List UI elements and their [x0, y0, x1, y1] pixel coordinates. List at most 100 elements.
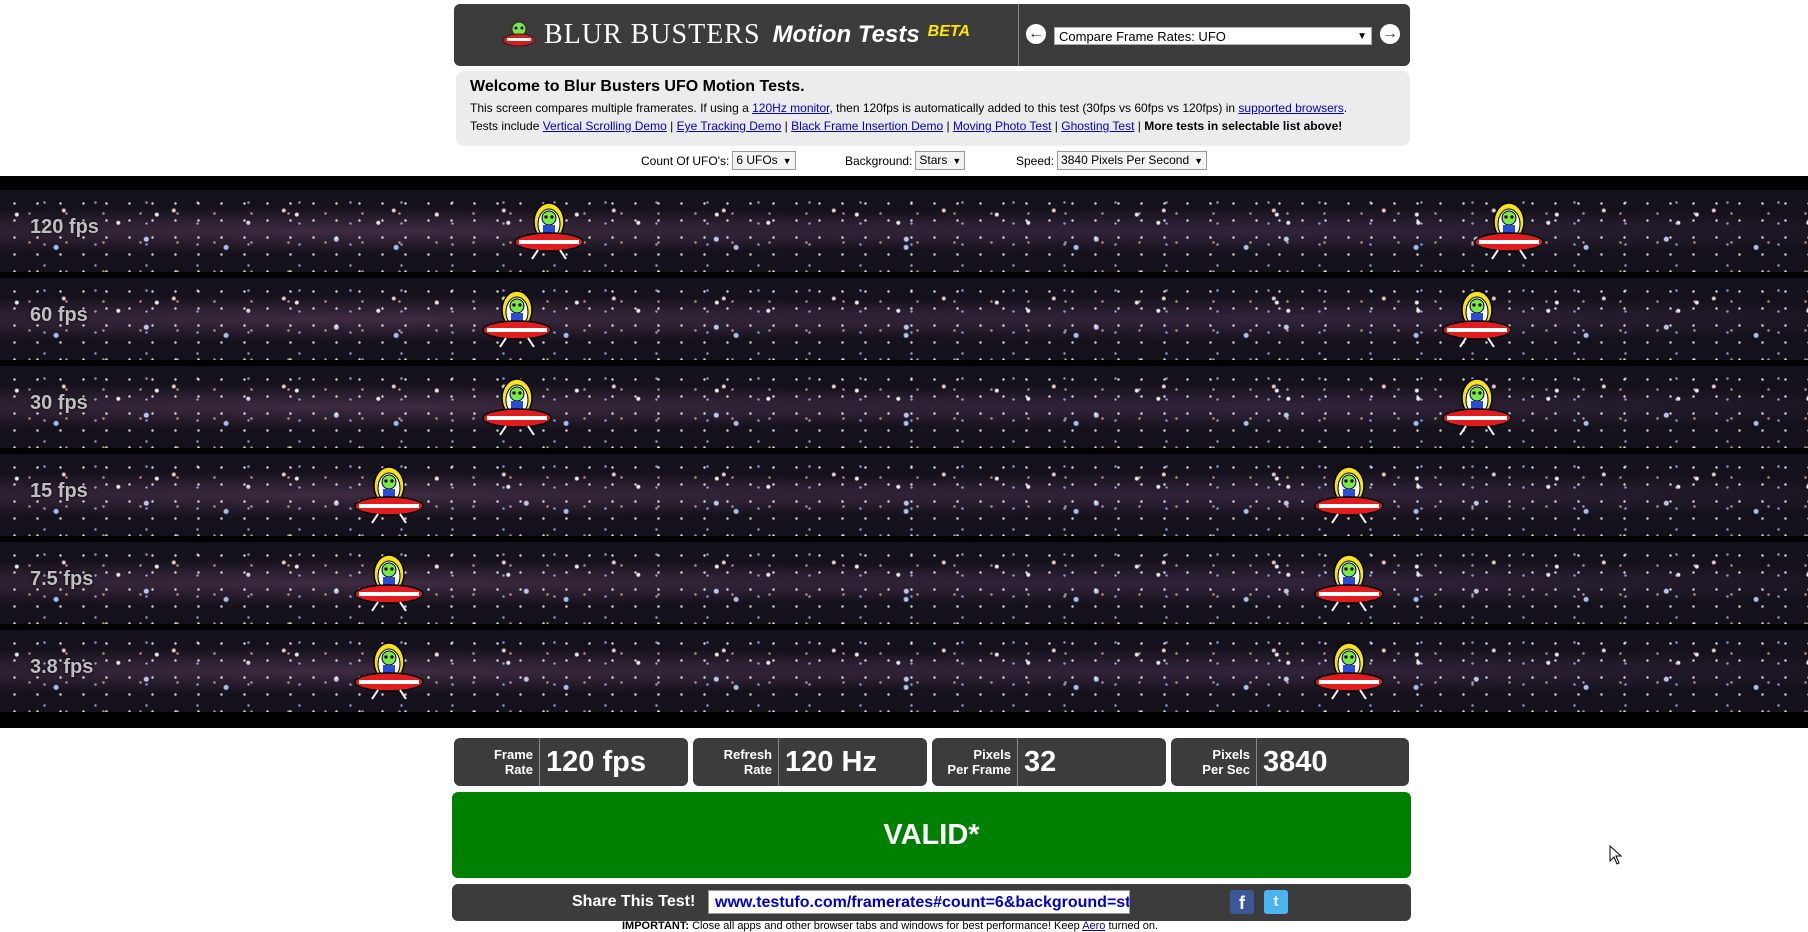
ufo-sprite-icon — [514, 202, 584, 260]
label-line: Rate — [743, 762, 772, 777]
link-120hz-monitor[interactable]: 120Hz monitor — [752, 101, 829, 115]
pixels-per-frame-panel: Pixels Per Frame 32 — [932, 738, 1166, 786]
refresh-rate-label: Refresh Rate — [693, 738, 779, 786]
lane-label: 3.8 fps — [30, 656, 94, 678]
lane-30fps: 30 fps — [0, 366, 1808, 448]
lane-120fps: 120 fps — [0, 190, 1808, 272]
ufo-sprite-icon — [354, 466, 424, 524]
more-tests-note: More tests in selectable list above! — [1144, 119, 1343, 133]
info-text: , then 120fps is automatically added to … — [829, 101, 1239, 115]
lane-label: 15 fps — [30, 480, 88, 502]
ufo-count-control: Count Of UFO's: 6 UFOs ▼ — [641, 151, 796, 170]
test-selector-value: Compare Frame Rates: UFO — [1059, 29, 1226, 44]
background-label: Background: — [845, 153, 913, 168]
speed-label: Speed: — [1016, 153, 1055, 168]
link-black-frame-insertion-demo[interactable]: Black Frame Insertion Demo — [791, 119, 943, 133]
link-supported-browsers[interactable]: supported browsers — [1238, 101, 1343, 115]
separator: | — [666, 119, 677, 133]
label-line: Refresh — [723, 747, 772, 762]
ufo-sprite-icon — [1314, 466, 1384, 524]
ufo-sprite-icon — [482, 290, 552, 348]
pixels-per-frame-label: Pixels Per Frame — [932, 738, 1018, 786]
lane-15fps: 15 fps — [0, 454, 1808, 536]
label-line: Frame — [493, 747, 533, 762]
info-text: . — [1343, 101, 1348, 115]
link-aero[interactable]: Aero — [1082, 920, 1105, 932]
info-line-1: This screen compares multiple framerates… — [470, 101, 1410, 115]
background-select[interactable]: Stars ▼ — [915, 151, 966, 170]
facebook-icon[interactable]: f — [1230, 890, 1254, 914]
twitter-icon[interactable]: t — [1264, 890, 1288, 914]
label-line: Rate — [504, 762, 533, 777]
lane-label: 7.5 fps — [30, 568, 94, 590]
important-text: Close all apps and other browser tabs an… — [689, 920, 1083, 932]
share-label: Share This Test! — [572, 893, 696, 910]
info-line-2: Tests include Vertical Scrolling Demo | … — [470, 119, 1410, 133]
label-line: Pixels — [973, 747, 1011, 762]
ufo-count-select[interactable]: 6 UFOs ▼ — [732, 151, 796, 170]
brand-name: BLUR BUSTERS — [543, 19, 761, 50]
test-controls: Count Of UFO's: 6 UFOs ▼ Background: Star… — [0, 151, 1808, 171]
label-line: Pixels — [1212, 747, 1250, 762]
link-moving-photo-test[interactable]: Moving Photo Test — [953, 119, 1052, 133]
pixels-per-frame-value: 32 — [1024, 746, 1057, 778]
separator: | — [1051, 119, 1062, 133]
chevron-down-icon: ▼ — [782, 156, 792, 166]
pixels-per-sec-value: 3840 — [1263, 746, 1328, 778]
ufo-animation-area: 120 fps 60 fps 30 fps 15 fps 7.5 fps 3.8… — [0, 176, 1808, 728]
background-value: Stars — [919, 153, 948, 167]
frame-rate-label: Frame Rate — [454, 738, 540, 786]
link-eye-tracking-demo[interactable]: Eye Tracking Demo — [677, 119, 782, 133]
ufo-sprite-icon — [1442, 290, 1512, 348]
speed-value: 3840 Pixels Per Second — [1061, 153, 1190, 167]
test-selector-dropdown[interactable]: Compare Frame Rates: UFO ▼ — [1054, 27, 1372, 45]
share-url-field[interactable]: www.testufo.com/framerates#count=6&backg… — [708, 890, 1130, 914]
lane-3-8fps: 3.8 fps — [0, 630, 1808, 712]
label-line: Per Frame — [947, 762, 1011, 777]
chevron-down-icon: ▼ — [1357, 31, 1367, 42]
important-text-end: turned on. — [1105, 920, 1159, 932]
ufo-count-value: 6 UFOs — [736, 153, 778, 167]
link-ghosting-test[interactable]: Ghosting Test — [1061, 119, 1134, 133]
welcome-info-box: Welcome to Blur Busters UFO Motion Tests… — [456, 71, 1410, 146]
ufo-count-label: Count Of UFO's: — [641, 153, 730, 168]
link-vertical-scrolling-demo[interactable]: Vertical Scrolling Demo — [543, 119, 667, 133]
previous-test-button[interactable]: ← — [1026, 24, 1046, 44]
ufo-sprite-icon — [1474, 202, 1544, 260]
share-bar: Share This Test! www.testufo.com/framera… — [452, 884, 1411, 921]
valid-status-banner: VALID* — [452, 792, 1411, 878]
refresh-rate-value: 120 Hz — [785, 746, 877, 778]
separator: | — [781, 119, 792, 133]
background-control: Background: Stars ▼ — [845, 151, 966, 170]
speed-control: Speed: 3840 Pixels Per Second ▼ — [1016, 151, 1208, 170]
next-test-button[interactable]: → — [1380, 24, 1400, 44]
ufo-sprite-icon — [1314, 554, 1384, 612]
welcome-title: Welcome to Blur Busters UFO Motion Tests… — [470, 78, 805, 95]
ufo-sprite-icon — [1442, 378, 1512, 436]
important-notice: IMPORTANT: Close all apps and other brow… — [622, 920, 1158, 932]
frame-rate-value: 120 fps — [546, 746, 646, 778]
motion-tests-label: Motion Tests — [772, 21, 920, 48]
pixels-per-sec-panel: Pixels Per Sec 3840 — [1171, 738, 1409, 786]
separator: | — [1134, 119, 1145, 133]
mouse-cursor-icon — [1609, 845, 1623, 865]
beta-badge: BETA — [927, 23, 971, 40]
important-label: IMPORTANT: — [622, 920, 690, 932]
pixels-per-sec-label: Pixels Per Sec — [1171, 738, 1257, 786]
chevron-down-icon: ▼ — [952, 156, 962, 166]
chevron-down-icon: ▼ — [1194, 156, 1204, 166]
logo[interactable]: BLUR BUSTERS Motion Tests BETA — [454, 4, 1019, 66]
lane-label: 60 fps — [30, 304, 88, 326]
frame-rate-panel: Frame Rate 120 fps — [454, 738, 688, 786]
refresh-rate-panel: Refresh Rate 120 Hz — [693, 738, 927, 786]
separator: | — [943, 119, 953, 133]
lane-label: 120 fps — [30, 216, 99, 238]
header-bar: BLUR BUSTERS Motion Tests BETA ← Compare… — [454, 4, 1410, 66]
speed-select[interactable]: 3840 Pixels Per Second ▼ — [1057, 151, 1208, 170]
lane-label: 30 fps — [30, 392, 88, 414]
ufo-sprite-icon — [482, 378, 552, 436]
ufo-sprite-icon — [354, 554, 424, 612]
info-text: Tests include — [470, 119, 543, 133]
label-line: Per Sec — [1202, 762, 1250, 777]
lane-60fps: 60 fps — [0, 278, 1808, 360]
